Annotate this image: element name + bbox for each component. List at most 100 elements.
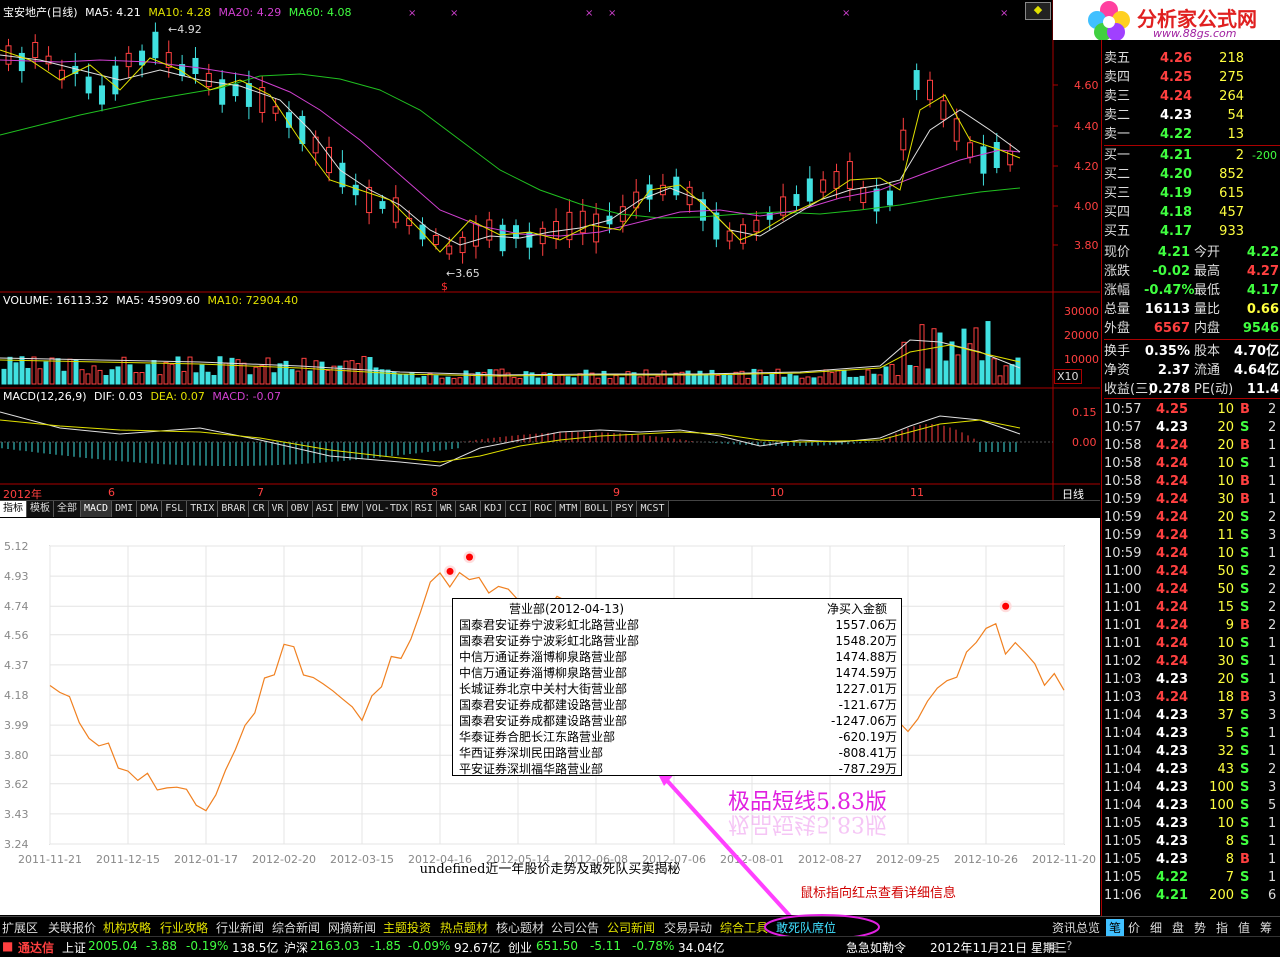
tick-price: 4.23 <box>1156 852 1189 867</box>
sh-label[interactable]: 上证 <box>62 939 86 956</box>
order-row[interactable]: 卖五 4.26 218 <box>1104 50 1280 68</box>
app-name[interactable]: 通达信 <box>18 939 54 956</box>
indicator-tab-mtm[interactable]: MTM <box>556 501 582 517</box>
bottom-tab-2[interactable]: 机构攻略 <box>103 919 151 936</box>
indicator-tab-trix[interactable]: TRIX <box>187 501 219 517</box>
bottom-tab-0[interactable]: 扩展区 <box>2 919 38 936</box>
indicator-tab-全部[interactable]: 全部 <box>54 501 81 517</box>
right-tab-0[interactable]: 资讯总览 <box>1052 919 1100 936</box>
bottom-tab-1[interactable]: 关联报价 <box>48 919 96 936</box>
indicator-tab-obv[interactable]: OBV <box>287 501 313 517</box>
indicator-tab-roc[interactable]: ROC <box>531 501 557 517</box>
indicator-tab-brar[interactable]: BRAR <box>218 501 250 517</box>
indicator-tab-mcst[interactable]: MCST <box>637 501 669 517</box>
indicator-tab-模板[interactable]: 模板 <box>27 501 54 517</box>
tick-side: S <box>1240 726 1250 741</box>
order-price: 4.26 <box>1160 51 1193 66</box>
popup-branch-name: 国泰君安证券宁波彩虹北路营业部 <box>459 618 640 632</box>
right-tab-8[interactable]: 筹 <box>1260 919 1272 936</box>
candle-body <box>833 171 840 189</box>
bottom-tab-13[interactable]: 综合工具 <box>720 919 768 936</box>
candle-body <box>806 178 813 202</box>
right-tab-6[interactable]: 指 <box>1216 919 1228 936</box>
indicator-tab-sar[interactable]: SAR <box>456 501 482 517</box>
help-icon[interactable]: ? <box>1066 939 1072 953</box>
bottom-tab-4[interactable]: 行业新闻 <box>216 919 264 936</box>
right-tab-5[interactable]: 势 <box>1194 919 1206 936</box>
tick-side: S <box>1240 672 1250 687</box>
volume-bar <box>727 375 733 385</box>
indicator-tab-rsi[interactable]: RSI <box>411 501 437 517</box>
lower-price-chart[interactable]: 5.12 4.93 4.74 4.56 4.37 4.18 3.99 3.80 3.62 3.43… <box>0 518 1100 915</box>
tick-count: 2 <box>1268 402 1277 417</box>
popup-branch-name: 国泰君安证券成都建设路营业部 <box>459 698 628 712</box>
indicator-tab-cci[interactable]: CCI <box>506 501 532 517</box>
order-row[interactable]: 买三 4.19 615 <box>1104 185 1280 203</box>
kline-chart-area[interactable]: 4.60 4.40 4.20 4.00 3.80 × × × × × × $ <box>0 0 1100 500</box>
seat-marker-dot[interactable] <box>1002 602 1010 610</box>
tick-count: 3 <box>1268 780 1277 795</box>
indicator-tab-cr[interactable]: CR <box>249 501 269 517</box>
popup-net-amount: 1548.20万 <box>835 634 897 648</box>
volume-bar <box>985 321 991 385</box>
cy-label[interactable]: 创业 <box>508 939 532 956</box>
indicator-tab-wr[interactable]: WR <box>436 501 457 517</box>
right-tab-4[interactable]: 盘 <box>1172 919 1184 936</box>
right-tab-2[interactable]: 价 <box>1128 919 1140 936</box>
macd-dif: DIF: 0.03 <box>94 390 143 403</box>
indicator-tab-dmi[interactable]: DMI <box>112 501 138 517</box>
indicator-tab-vr[interactable]: VR <box>268 501 288 517</box>
toggle-panel-button[interactable]: ◆ <box>1025 2 1051 20</box>
volume-bar <box>685 370 691 385</box>
indicator-tab-psy[interactable]: PSY <box>612 501 638 517</box>
right-tab-7[interactable]: 值 <box>1238 919 1250 936</box>
bottom-tab-10[interactable]: 公司公告 <box>551 919 599 936</box>
indicator-tab-dma[interactable]: DMA <box>137 501 163 517</box>
bottom-tab-12[interactable]: 交易异动 <box>664 919 712 936</box>
tick-volume: 10 <box>1217 636 1234 651</box>
bottom-tab-8[interactable]: 热点题材 <box>440 919 488 936</box>
indicator-tab-emv[interactable]: EMV <box>337 501 363 517</box>
right-tab-1[interactable]: 笔 <box>1106 919 1125 936</box>
order-row[interactable]: 卖二 4.23 54 <box>1104 107 1280 125</box>
seat-marker-dot[interactable] <box>465 553 473 561</box>
tick-price: 4.24 <box>1156 456 1189 471</box>
popup-row: 长城证券北京中关村大街营业部 1227.01万 <box>453 681 901 697</box>
order-row[interactable]: 卖四 4.25 275 <box>1104 69 1280 87</box>
bottom-tab-9[interactable]: 核心题材 <box>496 919 544 936</box>
order-row[interactable]: 买四 4.18 457 <box>1104 204 1280 222</box>
volume-bar <box>925 368 931 385</box>
indicator-tab-boll[interactable]: BOLL <box>581 501 613 517</box>
order-row[interactable]: 买五 4.17 933 <box>1104 223 1280 241</box>
hs-label[interactable]: 沪深 <box>284 939 308 956</box>
tick-row: 10:59 4.24 30 B 1 <box>1104 491 1280 509</box>
indicator-tab-fsl[interactable]: FSL <box>162 501 188 517</box>
bottom-tab-3[interactable]: 行业攻略 <box>160 919 208 936</box>
indicator-tab-asi[interactable]: ASI <box>312 501 338 517</box>
seat-marker-dot[interactable] <box>446 567 454 575</box>
indicator-tab-vol-tdx[interactable]: VOL-TDX <box>362 501 412 517</box>
bottom-tab-5[interactable]: 综合新闻 <box>272 919 320 936</box>
order-row[interactable]: 买二 4.20 852 <box>1104 166 1280 184</box>
stat-value: 4.17 <box>1246 283 1279 298</box>
volume-bar <box>313 360 319 385</box>
indicator-tab-指标[interactable]: 指标 <box>0 501 27 517</box>
order-row[interactable]: 卖三 4.24 264 <box>1104 88 1280 106</box>
bottom-tab-7[interactable]: 主题投资 <box>383 919 431 936</box>
bottom-tab-6[interactable]: 网摘新闻 <box>328 919 376 936</box>
indicator-tab-kdj[interactable]: KDJ <box>481 501 507 517</box>
right-tab-3[interactable]: 细 <box>1150 919 1162 936</box>
stat-value: 4.64亿 <box>1234 363 1280 378</box>
volume-bar <box>451 377 457 385</box>
order-row[interactable]: 买一 4.21 2 -200 <box>1104 147 1280 165</box>
tick-volume: 30 <box>1217 654 1234 669</box>
date-label-11: 11 <box>910 486 924 499</box>
order-row[interactable]: 卖一 4.22 13 <box>1104 126 1280 144</box>
bottom-tab-11[interactable]: 公司新闻 <box>607 919 655 936</box>
candle-body <box>953 118 960 142</box>
tick-time: 11:03 <box>1104 690 1142 705</box>
price-axis: 4.60 4.40 4.20 4.00 3.80 <box>1053 79 1099 252</box>
tick-time: 10:57 <box>1104 420 1142 435</box>
indicator-tab-macd[interactable]: MACD <box>81 501 113 517</box>
stat-value: 16113 <box>1144 302 1190 317</box>
